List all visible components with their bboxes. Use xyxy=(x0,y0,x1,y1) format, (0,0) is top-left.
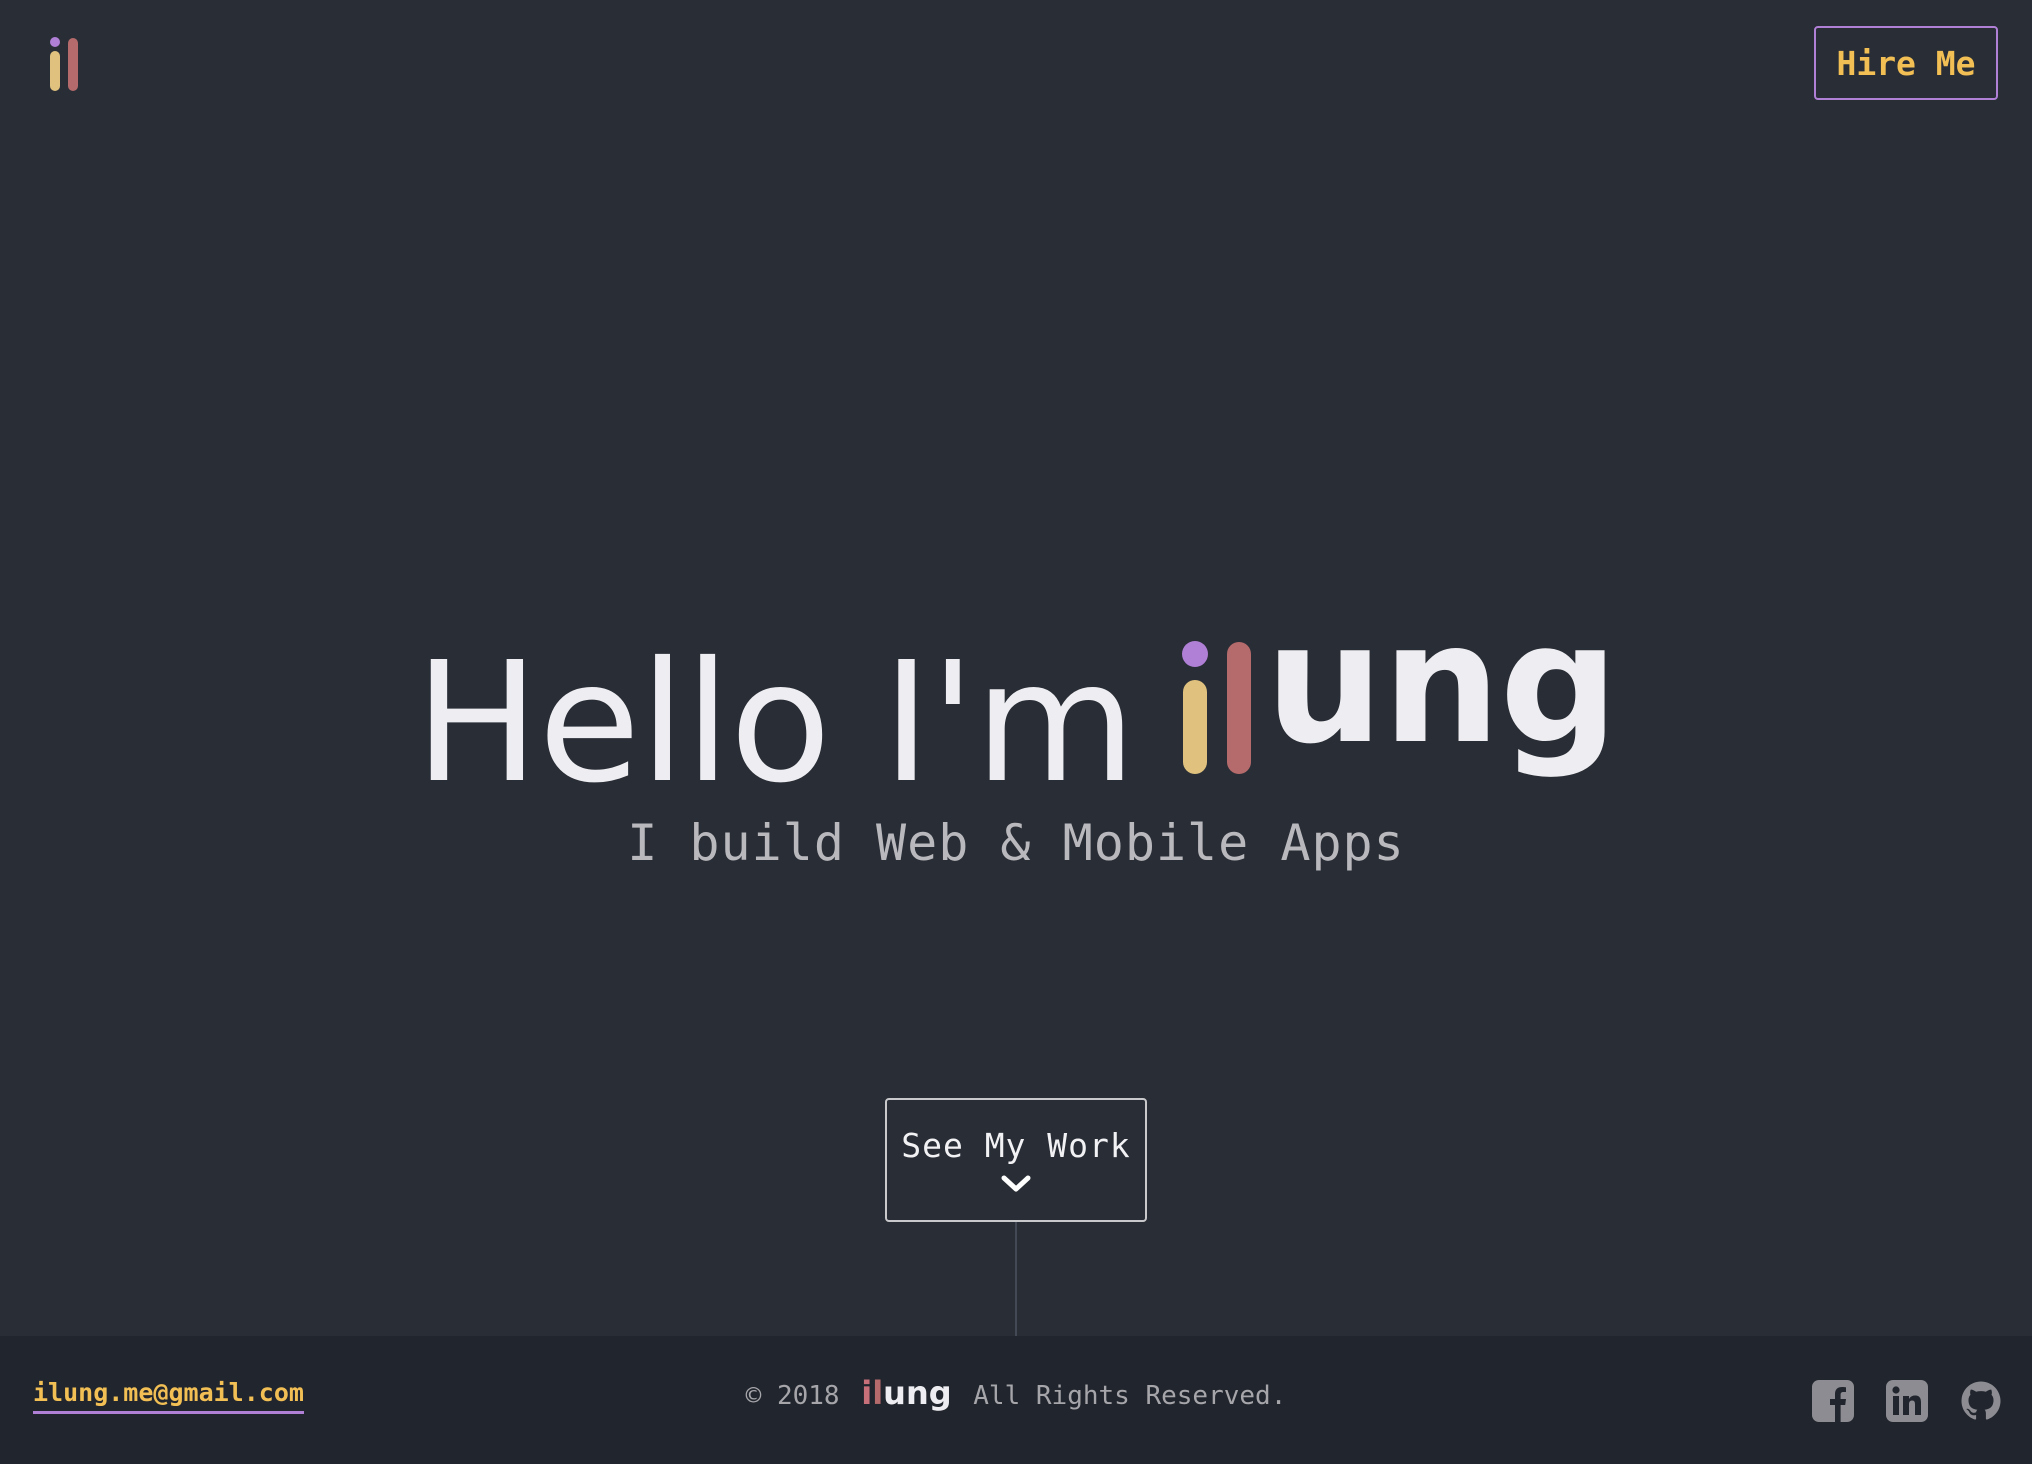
github-icon[interactable] xyxy=(1960,1380,2002,1422)
brand-il-mark-icon xyxy=(1182,641,1252,774)
chevron-down-icon xyxy=(1001,1175,1031,1191)
footer-brand-l: l xyxy=(872,1374,884,1412)
copyright-prefix: © 2018 xyxy=(745,1381,840,1411)
hire-me-button[interactable]: Hire Me xyxy=(1814,26,1998,100)
footer-brand: ilung xyxy=(861,1374,951,1412)
hero-greeting: Hello I'm xyxy=(414,627,1136,820)
il-logo-icon[interactable] xyxy=(48,36,88,92)
footer: ilung.me@gmail.com © 2018 ilung All Righ… xyxy=(0,1336,2032,1464)
copyright-suffix: All Rights Reserved. xyxy=(973,1381,1287,1411)
hero-subtitle: I build Web & Mobile Apps xyxy=(627,814,1405,872)
copyright-text: © 2018 ilung All Rights Reserved. xyxy=(0,1374,2032,1412)
hero-brand-rest: ung xyxy=(1265,588,1618,781)
see-my-work-button[interactable]: See My Work xyxy=(885,1098,1147,1222)
social-links xyxy=(1812,1380,2002,1422)
linkedin-icon[interactable] xyxy=(1886,1380,1928,1422)
see-my-work-label: See My Work xyxy=(901,1125,1131,1165)
footer-brand-rest: ung xyxy=(883,1374,952,1412)
scroll-guide-line xyxy=(1015,1222,1017,1336)
footer-brand-i: i xyxy=(861,1374,873,1412)
hero-brand-name: ung xyxy=(1179,588,1619,781)
facebook-icon[interactable] xyxy=(1812,1380,1854,1422)
hero-heading: Hello I'm ung xyxy=(0,590,2032,819)
